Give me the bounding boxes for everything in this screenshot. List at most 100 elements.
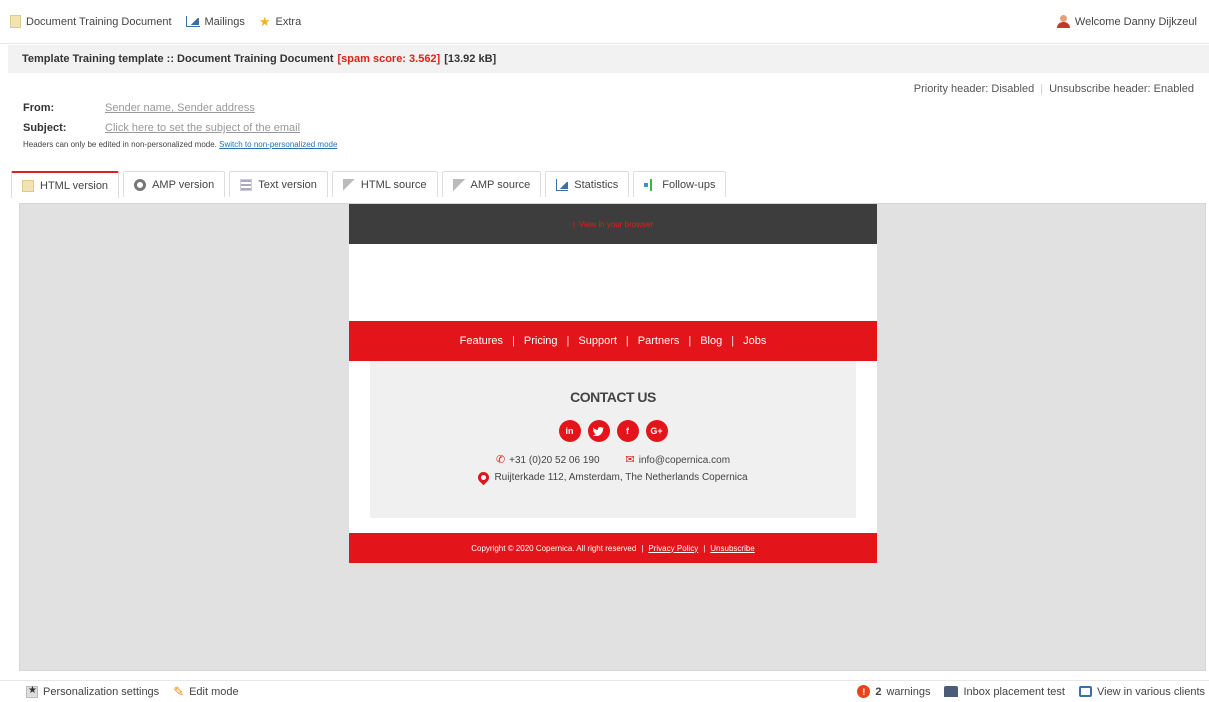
text-icon <box>240 178 253 191</box>
linkedin-icon[interactable]: in <box>558 420 581 442</box>
template-title: Template Training template :: Document T… <box>22 53 334 65</box>
clients-icon <box>1078 686 1092 697</box>
warnings-button[interactable]: ! 2 warnings <box>857 685 930 698</box>
nav-separator: | <box>625 335 629 347</box>
inbox-placement-test-button[interactable]: Inbox placement test <box>944 686 1065 698</box>
phone-number: +31 (0)20 52 06 190 <box>509 455 600 466</box>
email-logo-area <box>349 244 877 321</box>
personalization-label: Personalization settings <box>43 685 160 698</box>
tab-amp-source[interactable]: AMP source <box>441 171 542 197</box>
contact-line: ✆ +31 (0)20 52 06 190 ✉ info@copernica.com <box>370 453 856 466</box>
footer-separator: | <box>641 543 644 553</box>
warning-icon: ! <box>857 685 871 698</box>
headers-note: Headers can only be edited in non-person… <box>23 140 337 149</box>
welcome-label: Welcome Danny Dijkzeul <box>1074 15 1197 28</box>
twitter-icon[interactable] <box>587 420 610 442</box>
email-footer: Copyright © 2020 Copernica. All right re… <box>349 533 877 563</box>
star-icon: ★ <box>258 14 271 29</box>
view-in-clients-button[interactable]: View in various clients <box>1078 685 1205 698</box>
nav-partners[interactable]: Partners <box>638 335 680 347</box>
nav-features[interactable]: Features <box>460 335 503 347</box>
email-body: CONTACT US in f G+ ✆ +31 (0)20 52 06 190 … <box>349 361 877 534</box>
source-icon <box>342 178 355 191</box>
nav-separator: | <box>688 335 692 347</box>
edit-mode-label: Edit mode <box>189 685 239 698</box>
location-pin-icon <box>476 469 492 486</box>
phone-icon: ✆ <box>495 454 506 466</box>
subject-label: Subject: <box>23 122 67 134</box>
headers-info: Priority header: Disabled | Unsubscribe … <box>914 83 1194 95</box>
nav-separator: | <box>731 335 735 347</box>
menu-extra-label: Extra <box>275 15 302 28</box>
view-tabs: HTML version AMP version Text version HT… <box>11 171 727 198</box>
from-value[interactable]: Sender name, Sender address <box>105 102 255 114</box>
menu-document[interactable]: Document Training Document <box>10 15 172 28</box>
unsubscribe-link[interactable]: Unsubscribe <box>710 544 754 553</box>
nav-blog[interactable]: Blog <box>700 335 722 347</box>
subject-value[interactable]: Click here to set the subject of the ema… <box>105 122 300 134</box>
email-item: ✉ info@copernica.com <box>626 453 731 466</box>
tab-label: HTML source <box>360 178 427 191</box>
headers-separator: | <box>1040 83 1044 95</box>
gear-icon <box>134 178 147 191</box>
welcome-user[interactable]: Welcome Danny Dijkzeul <box>1056 15 1199 28</box>
edit-mode-button[interactable]: ✎ Edit mode <box>173 684 238 700</box>
email-nav: Features | Pricing | Support | Partners … <box>349 321 877 361</box>
social-links: in f G+ <box>370 420 856 442</box>
tab-text-version[interactable]: Text version <box>229 171 328 197</box>
nav-separator: | <box>566 335 570 347</box>
copyright-text: Copyright © 2020 Copernica. All right re… <box>471 543 637 553</box>
tab-label: AMP source <box>470 178 531 191</box>
chart-icon <box>556 178 569 191</box>
warnings-count: 2 <box>875 685 882 698</box>
view-clients-label: View in various clients <box>1096 685 1205 698</box>
menu-extra[interactable]: ★ Extra <box>259 15 301 28</box>
unsubscribe-header-status[interactable]: Unsubscribe header: Enabled <box>1049 83 1194 95</box>
google-plus-icon[interactable]: G+ <box>645 420 668 442</box>
facebook-icon[interactable]: f <box>616 420 639 442</box>
source-icon <box>452 178 465 191</box>
tab-html-source[interactable]: HTML source <box>331 171 438 197</box>
spam-score: [spam score: 3.562] <box>337 53 441 65</box>
privacy-policy-link[interactable]: Privacy Policy <box>648 544 698 553</box>
menu-mailings[interactable]: Mailings <box>185 15 245 28</box>
document-icon <box>22 179 34 192</box>
document-icon <box>10 15 21 28</box>
bottom-right-actions: ! 2 warnings Inbox placement test View i… <box>857 685 1209 698</box>
tab-statistics[interactable]: Statistics <box>545 171 630 197</box>
tab-label: AMP version <box>152 178 215 191</box>
chart-icon <box>185 16 200 27</box>
follow-ups-icon <box>644 178 656 191</box>
view-in-browser-link[interactable]: View in your browser <box>579 220 653 229</box>
top-menu: Document Training Document Mailings ★ Ex… <box>10 15 301 28</box>
tab-amp-version[interactable]: AMP version <box>123 171 226 197</box>
personalization-icon <box>26 685 38 698</box>
tab-follow-ups[interactable]: Follow-ups <box>633 171 727 197</box>
email-preview: | View in your browser Features | Pricin… <box>349 204 877 563</box>
contact-title: CONTACT US <box>570 389 656 405</box>
subject-row: Subject: Click here to set the subject o… <box>23 122 300 134</box>
template-title-bar: Template Training template :: Document T… <box>8 45 1209 73</box>
nav-pricing[interactable]: Pricing <box>524 335 558 347</box>
envelope-icon: ✉ <box>625 454 635 466</box>
inbox-test-label: Inbox placement test <box>963 685 1065 698</box>
personalization-settings-button[interactable]: Personalization settings <box>26 685 160 698</box>
nav-jobs[interactable]: Jobs <box>743 335 766 347</box>
tab-label: Text version <box>258 178 317 191</box>
tab-label: Follow-ups <box>662 178 716 191</box>
contact-section: CONTACT US in f G+ ✆ +31 (0)20 52 06 190 … <box>370 361 856 518</box>
priority-header-status[interactable]: Priority header: Disabled <box>914 83 1034 95</box>
warnings-label: warnings <box>886 685 931 698</box>
header-pipe: | <box>572 219 575 229</box>
menu-document-label: Document Training Document <box>26 15 172 28</box>
tab-html-version[interactable]: HTML version <box>11 171 120 198</box>
email-header: | View in your browser <box>349 204 877 244</box>
email-address[interactable]: info@copernica.com <box>639 455 730 466</box>
document-size: [13.92 kB] <box>444 53 497 65</box>
headers-note-text: Headers can only be edited in non-person… <box>23 140 217 149</box>
menu-mailings-label: Mailings <box>204 15 245 28</box>
switch-mode-link[interactable]: Switch to non-personalized mode <box>219 140 337 149</box>
from-label: From: <box>23 102 55 114</box>
nav-support[interactable]: Support <box>578 335 617 347</box>
from-row: From: Sender name, Sender address <box>23 102 255 114</box>
